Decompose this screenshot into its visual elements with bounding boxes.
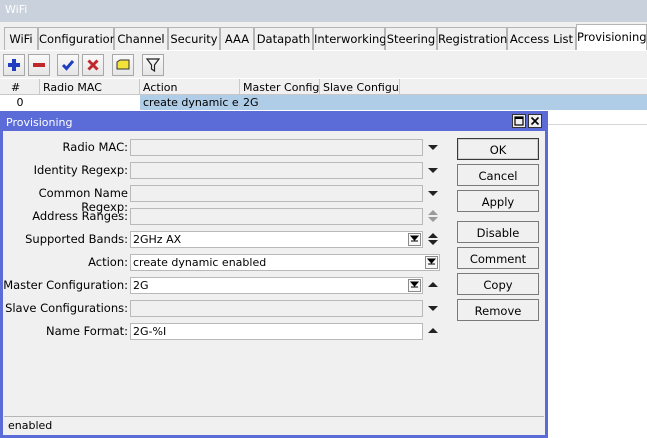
tab-registration[interactable]: Registration <box>437 27 507 50</box>
filter-icon <box>145 58 161 73</box>
label-slave-configurations: Slave Configurations: <box>5 301 128 315</box>
tab-channel[interactable]: Channel <box>114 27 168 50</box>
cancel-button[interactable]: Cancel <box>457 164 539 186</box>
tab-steering[interactable]: Steering <box>385 27 437 50</box>
dialog-title: Provisioning <box>6 116 73 129</box>
label-master-configuration: Master Configuration: <box>3 278 128 292</box>
table-row[interactable]: 0 create dynamic e... 2G <box>0 95 647 110</box>
name-format-field[interactable]: 2G-%I <box>130 323 423 340</box>
tab-access-list[interactable]: Access List <box>507 27 576 50</box>
cell-slave <box>320 95 400 110</box>
label-radio-mac: Radio MAC: <box>62 140 128 154</box>
up-down-icon[interactable] <box>427 209 439 223</box>
column-header-action[interactable]: Action <box>140 79 240 95</box>
status-bar: enabled <box>4 416 544 433</box>
action-field[interactable]: create dynamic enabled <box>130 254 440 271</box>
comment-button[interactable] <box>112 54 134 76</box>
toolbar <box>0 50 647 78</box>
dialog-body: Radio MAC: Identity Regexp: Common Name … <box>3 131 545 435</box>
column-header-filler <box>400 79 647 95</box>
cell-master: 2G <box>240 95 320 110</box>
copy-button[interactable]: Copy <box>457 273 539 295</box>
expand-down-icon[interactable] <box>427 186 439 200</box>
comment-button[interactable]: Comment <box>457 247 539 269</box>
label-address-ranges: Address Ranges: <box>32 209 128 223</box>
collapse-up-icon[interactable] <box>427 278 439 292</box>
cell-filler <box>400 95 647 110</box>
plus-icon <box>8 59 20 71</box>
collapse-up-icon[interactable] <box>427 324 439 338</box>
add-button[interactable] <box>3 54 25 76</box>
ok-button[interactable]: OK <box>457 138 539 160</box>
dropdown-button[interactable] <box>408 279 421 292</box>
expand-down-icon[interactable] <box>427 140 439 154</box>
radio-mac-field[interactable] <box>130 139 423 156</box>
up-down-icon[interactable] <box>427 232 439 246</box>
maximize-button[interactable] <box>512 114 526 128</box>
label-name-format: Name Format: <box>46 324 128 338</box>
label-supported-bands: Supported Bands: <box>25 232 128 246</box>
master-configuration-value: 2G <box>133 279 149 292</box>
cell-number: 0 <box>16 96 24 109</box>
supported-bands-value: 2GHz AX <box>133 233 182 246</box>
action-value: create dynamic enabled <box>133 256 267 269</box>
address-ranges-field[interactable] <box>130 208 423 225</box>
close-icon <box>530 116 540 126</box>
supported-bands-field[interactable]: 2GHz AX <box>130 231 423 248</box>
enable-button[interactable] <box>57 54 79 76</box>
tab-bar: WiFi Configuration Channel Security AAA … <box>0 22 647 51</box>
dropdown-button[interactable] <box>425 256 438 269</box>
label-identity-regexp: Identity Regexp: <box>33 163 128 177</box>
disable-button[interactable] <box>82 54 104 76</box>
filter-button[interactable] <box>142 54 164 76</box>
expand-down-icon[interactable] <box>427 301 439 315</box>
apply-button[interactable]: Apply <box>457 190 539 212</box>
check-icon <box>61 60 75 71</box>
column-header-radio-mac[interactable]: Radio MAC <box>40 79 140 95</box>
provisioning-dialog: Provisioning Radio MAC: Identity Regexp:… <box>0 111 548 438</box>
tab-wifi[interactable]: WiFi <box>4 27 38 50</box>
cross-icon <box>87 59 99 71</box>
tab-interworking[interactable]: Interworking <box>313 27 387 50</box>
column-header-number[interactable]: # <box>0 79 40 95</box>
dropdown-arrow-icon <box>409 235 420 242</box>
identity-regexp-field[interactable] <box>130 162 423 179</box>
dropdown-arrow-icon <box>409 281 420 288</box>
remove-button[interactable] <box>28 54 50 76</box>
tab-provisioning[interactable]: Provisioning <box>576 24 647 51</box>
column-header-slave[interactable]: Slave Configu... <box>320 79 400 95</box>
tab-datapath[interactable]: Datapath <box>254 27 313 50</box>
comment-icon <box>116 59 130 70</box>
cell-radio-mac <box>40 95 140 110</box>
tab-aaa[interactable]: AAA <box>220 27 254 50</box>
tab-security[interactable]: Security <box>168 27 220 50</box>
window-title: WiFi <box>0 0 647 22</box>
expand-down-icon[interactable] <box>427 163 439 177</box>
close-button[interactable] <box>528 114 542 128</box>
slave-configurations-field[interactable] <box>130 300 423 317</box>
remove-button[interactable]: Remove <box>457 299 539 321</box>
cell-action: create dynamic e... <box>140 95 240 110</box>
label-action: Action: <box>88 255 128 269</box>
minus-icon <box>33 63 45 67</box>
tab-configuration[interactable]: Configuration <box>38 27 117 50</box>
master-configuration-field[interactable]: 2G <box>130 277 423 294</box>
column-header-master[interactable]: Master Config... <box>240 79 320 95</box>
disable-button[interactable]: Disable <box>457 221 539 243</box>
common-name-regexp-field[interactable] <box>130 185 423 202</box>
dropdown-arrow-icon <box>426 258 437 265</box>
dropdown-button[interactable] <box>408 233 421 246</box>
maximize-icon <box>514 116 524 126</box>
